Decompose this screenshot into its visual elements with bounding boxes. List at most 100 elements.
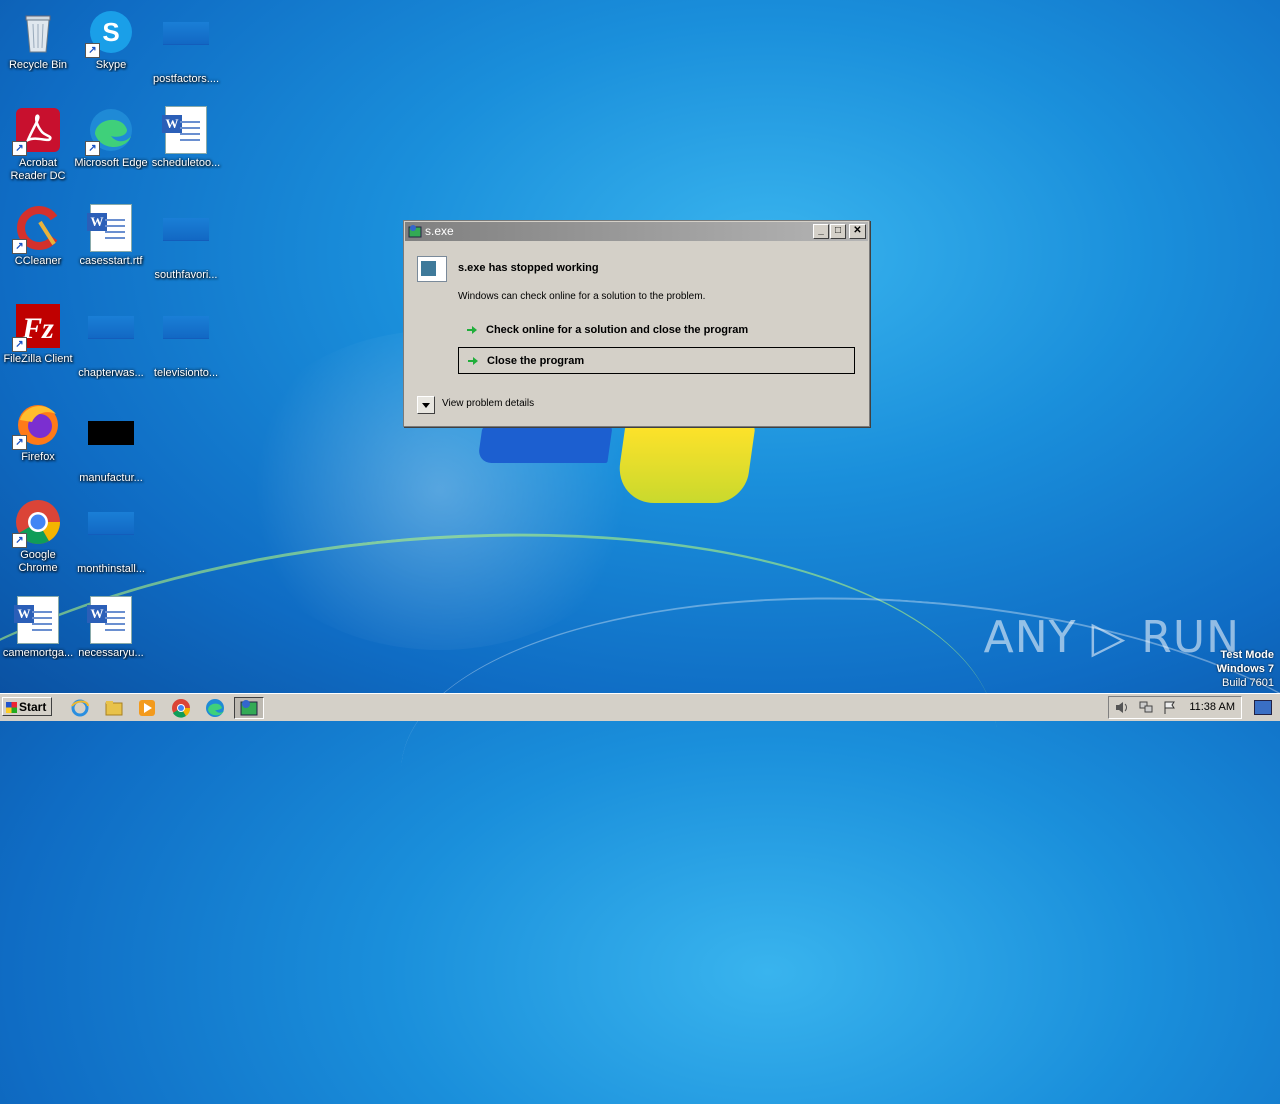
desktop-icon-label: casesstart.rtf bbox=[79, 255, 143, 267]
desktop-icon-skype[interactable]: S ↗ Skype bbox=[73, 8, 149, 72]
check-online-option[interactable]: Check online for a solution and close th… bbox=[458, 317, 855, 344]
desktop-icon-southfavori[interactable]: southfavori... bbox=[148, 204, 224, 282]
word-doc-icon: W bbox=[14, 596, 62, 644]
desktop-icon-scheduletoo[interactable]: W scheduletoo... bbox=[148, 106, 224, 170]
edge-icon: ↗ bbox=[85, 106, 135, 156]
shortcut-arrow-icon: ↗ bbox=[12, 435, 27, 450]
dialog-heading: s.exe has stopped working bbox=[458, 262, 599, 274]
ie-icon[interactable] bbox=[70, 698, 90, 718]
maximize-button[interactable]: □ bbox=[830, 224, 846, 239]
desktop-icon-casesstart[interactable]: W casesstart.rtf bbox=[73, 204, 149, 268]
green-arrow-icon bbox=[468, 357, 478, 365]
media-player-icon[interactable] bbox=[137, 698, 157, 718]
desktop-icon-label: televisionto... bbox=[153, 367, 219, 379]
shortcut-arrow-icon: ↗ bbox=[12, 533, 27, 548]
desktop-icon-label: Firefox bbox=[21, 451, 55, 463]
chrome-icon[interactable] bbox=[171, 698, 191, 718]
shortcut-arrow-icon: ↗ bbox=[12, 337, 27, 352]
desktop-icon-acrobat[interactable]: ↗ Acrobat Reader DC bbox=[0, 106, 76, 183]
option-label: Check online for a solution and close th… bbox=[486, 324, 749, 336]
desktop-icon-label: monthinstall... bbox=[77, 563, 145, 575]
close-button[interactable]: ✕ bbox=[849, 224, 866, 239]
windows-logo bbox=[477, 425, 760, 515]
action-center-flag-icon[interactable] bbox=[1163, 701, 1177, 714]
desktop-icon-chrome[interactable]: ↗ Google Chrome bbox=[0, 498, 76, 575]
desktop-icon-label: postfactors.... bbox=[152, 73, 220, 85]
desktop-icon-filezilla[interactable]: Fz ↗ FileZilla Client bbox=[0, 302, 76, 366]
desktop-icon-label: chapterwas... bbox=[78, 367, 144, 379]
acrobat-icon: ↗ bbox=[12, 106, 62, 156]
program-window-icon bbox=[417, 256, 447, 282]
ccleaner-icon: ↗ bbox=[12, 204, 62, 254]
desktop-icon-camemortga[interactable]: W camemortga... bbox=[0, 596, 76, 660]
minimize-button[interactable]: _ bbox=[813, 224, 829, 239]
option-label: Close the program bbox=[487, 355, 585, 367]
dialog-title: s.exe bbox=[425, 224, 454, 238]
desktop-icon-manufactur[interactable]: manufactur... bbox=[73, 400, 149, 485]
word-doc-icon: W bbox=[87, 596, 135, 644]
firefox-icon: ↗ bbox=[12, 400, 62, 450]
clock[interactable]: 11:38 AM bbox=[1189, 701, 1235, 713]
desktop-icon-label: manufactur... bbox=[79, 472, 143, 484]
recycle-bin-icon bbox=[14, 8, 62, 56]
desktop-icon-firefox[interactable]: ↗ Firefox bbox=[0, 400, 76, 464]
s-exe-icon bbox=[240, 700, 258, 716]
desktop-icon-label: CCleaner bbox=[14, 255, 62, 267]
close-program-option[interactable]: Close the program bbox=[458, 347, 855, 374]
dialog-message: Windows can check online for a solution … bbox=[458, 291, 706, 302]
test-mode-text: Test Mode Windows 7 Build 7601 bbox=[1216, 649, 1274, 689]
volume-icon[interactable] bbox=[1115, 701, 1129, 714]
blank-file-icon bbox=[162, 22, 210, 70]
desktop-icon-label: camemortga... bbox=[2, 647, 74, 659]
anyrun-watermark: ANY ▷ RUN bbox=[983, 612, 1240, 663]
windows-flag-icon bbox=[6, 702, 17, 713]
desktop-icon-recycle-bin[interactable]: Recycle Bin bbox=[0, 8, 76, 72]
shortcut-arrow-icon: ↗ bbox=[12, 239, 27, 254]
s-exe-taskbar-button[interactable] bbox=[234, 697, 264, 719]
desktop-icon-label: Google Chrome bbox=[18, 549, 58, 574]
taskbar: Start 11:38 AM bbox=[0, 693, 1280, 721]
skype-icon: S ↗ bbox=[85, 8, 135, 58]
start-button[interactable]: Start bbox=[2, 697, 52, 716]
expand-details-button[interactable] bbox=[417, 396, 435, 414]
view-details-link[interactable]: View problem details bbox=[442, 398, 534, 409]
desktop-icon-monthinstall[interactable]: monthinstall... bbox=[73, 498, 149, 576]
desktop-icon-label: FileZilla Client bbox=[3, 353, 73, 365]
dialog-titlebar[interactable]: s.exe _ □ ✕ bbox=[405, 222, 868, 241]
desktop-icon-label: Acrobat Reader DC bbox=[10, 157, 66, 182]
show-desktop-icon[interactable] bbox=[1254, 700, 1272, 715]
desktop-icon-label: Skype bbox=[95, 59, 127, 71]
app-icon bbox=[408, 225, 422, 238]
desktop-icon-necessaryu[interactable]: W necessaryu... bbox=[73, 596, 149, 660]
desktop-icon-televisionto[interactable]: televisionto... bbox=[148, 302, 224, 380]
start-label: Start bbox=[19, 700, 47, 714]
chrome-icon: ↗ bbox=[12, 498, 62, 548]
svg-text:S: S bbox=[102, 17, 119, 47]
green-arrow-icon bbox=[467, 326, 477, 334]
desktop-icon-edge[interactable]: ↗ Microsoft Edge bbox=[73, 106, 149, 170]
error-dialog: s.exe _ □ ✕ s.exe has stopped working Wi… bbox=[403, 220, 870, 427]
filezilla-icon: Fz ↗ bbox=[12, 302, 62, 352]
shortcut-arrow-icon: ↗ bbox=[12, 141, 27, 156]
system-tray: 11:38 AM bbox=[1108, 696, 1242, 719]
network-icon[interactable] bbox=[1139, 701, 1153, 714]
word-doc-icon: W bbox=[162, 106, 210, 154]
blank-file-icon bbox=[162, 316, 210, 364]
black-file-icon bbox=[87, 421, 135, 469]
shortcut-arrow-icon: ↗ bbox=[85, 141, 100, 156]
desktop-icon-label: Recycle Bin bbox=[8, 59, 68, 71]
desktop-icon-postfactors[interactable]: postfactors.... bbox=[148, 8, 224, 86]
edge-icon[interactable] bbox=[205, 698, 225, 718]
desktop-icon-label: Microsoft Edge bbox=[74, 157, 148, 169]
desktop-icon-label: scheduletoo... bbox=[151, 157, 221, 169]
explorer-icon[interactable] bbox=[104, 698, 124, 718]
desktop-icon-ccleaner[interactable]: ↗ CCleaner bbox=[0, 204, 76, 268]
desktop-icon-label: necessaryu... bbox=[78, 647, 144, 659]
word-doc-icon: W bbox=[87, 204, 135, 252]
desktop-icon-label: southfavori... bbox=[154, 269, 218, 281]
blank-file-icon bbox=[87, 316, 135, 364]
desktop-icon-chapterwas[interactable]: chapterwas... bbox=[73, 302, 149, 380]
shortcut-arrow-icon: ↗ bbox=[85, 43, 100, 58]
blank-file-icon bbox=[87, 512, 135, 560]
blank-file-icon bbox=[162, 218, 210, 266]
